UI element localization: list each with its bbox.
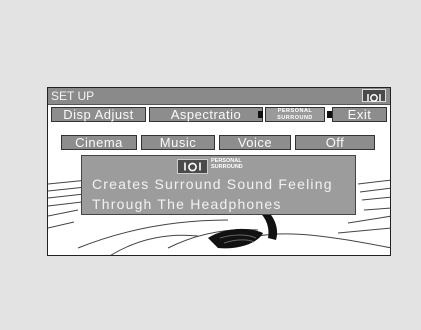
setup-screen: SET UP Disp Adjust Aspectratio PERSONAL … <box>47 87 391 256</box>
selection-marker-left <box>258 111 263 118</box>
description-line-2: Through The Headphones <box>92 196 282 212</box>
tab-exit-label: Exit <box>347 107 372 122</box>
option-off-label: Off <box>325 135 345 150</box>
option-cinema-label: Cinema <box>75 135 123 150</box>
tab-aspectratio[interactable]: Aspectratio <box>149 107 263 122</box>
option-voice-label: Voice <box>237 135 273 150</box>
window-title: SET UP <box>51 89 95 103</box>
tab-disp-adjust[interactable]: Disp Adjust <box>51 107 146 122</box>
option-off[interactable]: Off <box>295 135 375 150</box>
option-music-label: Music <box>159 135 197 150</box>
description-panel: PERSONAL SURROUND Creates Surround Sound… <box>81 155 356 215</box>
description-mode-line2: SURROUND <box>211 163 243 170</box>
description-mode-label: PERSONAL SURROUND <box>211 158 243 170</box>
title-bar: SET UP <box>48 88 390 105</box>
option-music[interactable]: Music <box>141 135 215 150</box>
description-line-1: Creates Surround Sound Feeling <box>92 176 333 192</box>
personal-surround-icon <box>362 89 386 102</box>
tab-aspectratio-label: Aspectratio <box>170 107 242 122</box>
option-cinema[interactable]: Cinema <box>61 135 137 150</box>
personal-surround-icon <box>177 159 208 174</box>
tab-exit[interactable]: Exit <box>332 107 387 122</box>
tab-personal-surround-line2: SURROUND <box>277 114 313 121</box>
tab-personal-surround[interactable]: PERSONAL SURROUND <box>265 107 325 122</box>
option-voice[interactable]: Voice <box>219 135 291 150</box>
tab-disp-adjust-label: Disp Adjust <box>63 107 134 122</box>
